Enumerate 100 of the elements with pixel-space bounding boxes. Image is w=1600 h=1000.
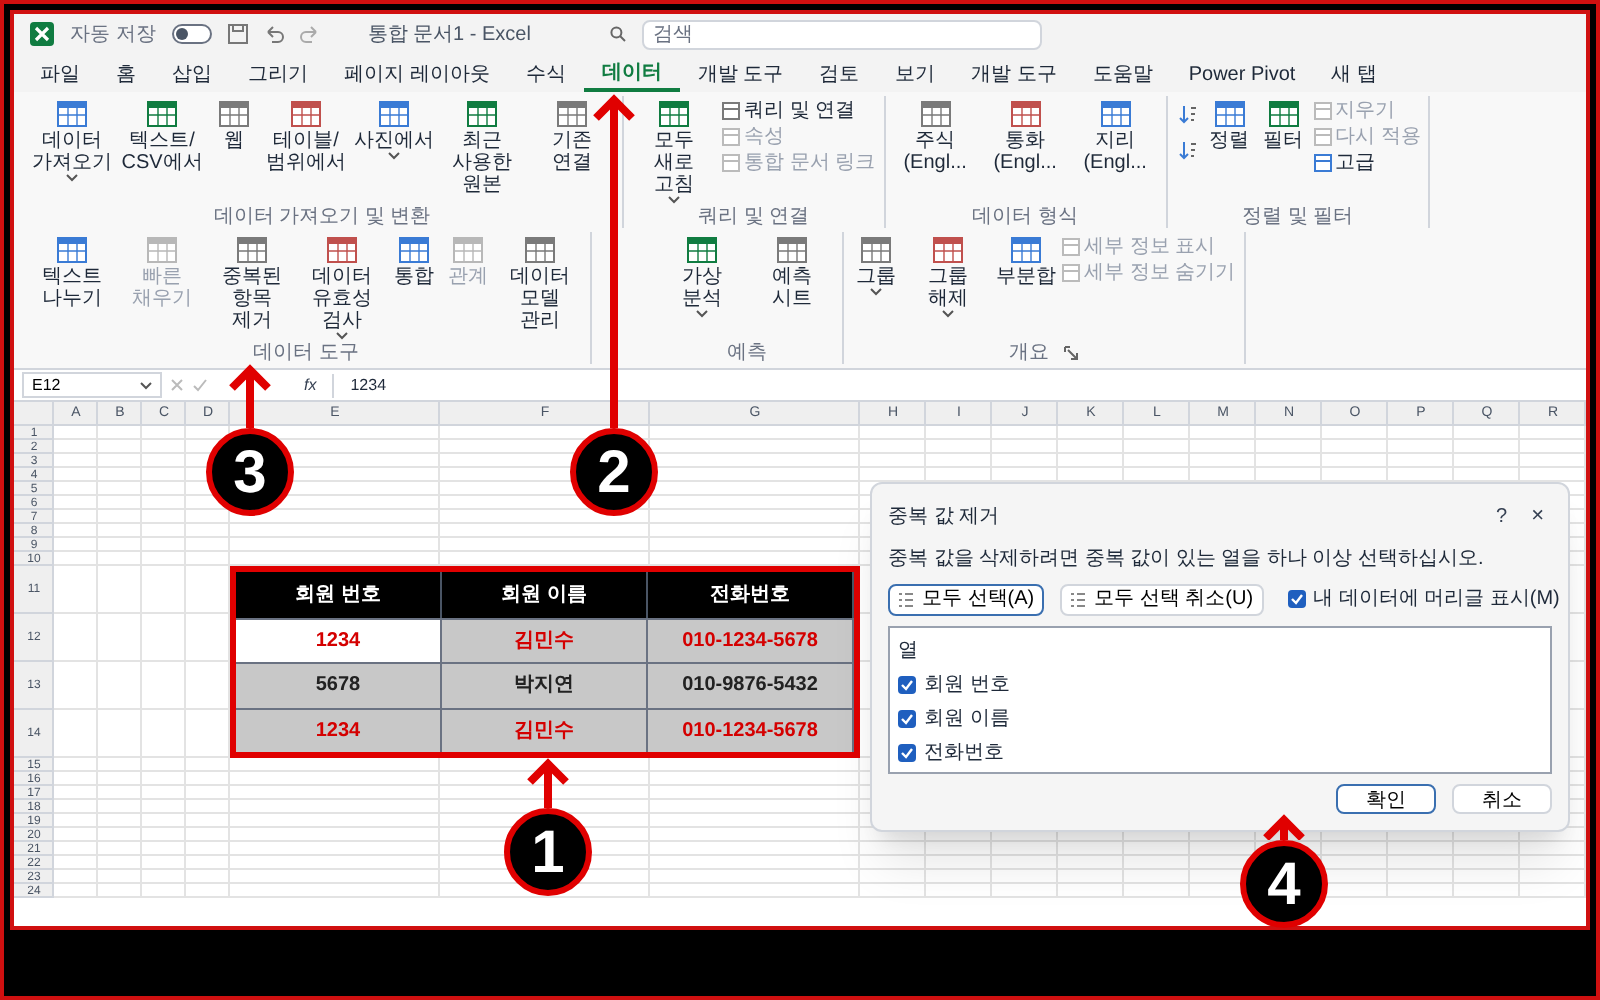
pointer-arrow xyxy=(226,364,274,428)
sheet-icon xyxy=(658,98,690,130)
sheet-icon xyxy=(932,234,964,266)
sort-button[interactable] xyxy=(1173,100,1202,128)
sheet-icon xyxy=(686,234,718,266)
ribbon-button[interactable]: 정렬 xyxy=(1203,96,1256,152)
save-icon[interactable] xyxy=(227,24,248,44)
sheet-icon xyxy=(1099,98,1132,130)
sheet-icon xyxy=(722,153,740,171)
sheet-icon xyxy=(146,98,178,130)
ribbon-tab[interactable]: 홈 xyxy=(98,58,154,92)
sheet-icon xyxy=(1313,127,1332,145)
sheet-icon xyxy=(1062,237,1080,255)
ribbon-tab[interactable]: 수식 xyxy=(507,58,584,92)
ribbon-tab[interactable]: 파일 xyxy=(22,58,98,92)
list-header: 열 xyxy=(898,637,920,665)
sheet-icon xyxy=(1213,98,1246,130)
sheet-icon xyxy=(1062,263,1080,281)
sort-icon xyxy=(1177,140,1198,160)
sheet-icon xyxy=(776,234,808,266)
ribbon-tab[interactable]: 새 탭 xyxy=(1313,58,1395,92)
dialog-launcher-icon[interactable] xyxy=(1064,345,1079,359)
sheet-icon xyxy=(1267,98,1300,130)
dialog-button[interactable]: 모두 선택 취소(U) xyxy=(1060,583,1264,615)
checkbox-label: 회원 번호 xyxy=(924,671,1010,699)
ribbon-button[interactable]: 부분합 xyxy=(994,232,1058,288)
cancel-button[interactable]: 취소 xyxy=(1452,783,1552,813)
ribbon-button[interactable]: 지리 (Engl... xyxy=(1071,96,1160,174)
undo-icon[interactable] xyxy=(263,24,284,44)
help-button[interactable]: ? xyxy=(1480,501,1524,532)
caret-icon xyxy=(388,152,400,160)
table-cell[interactable]: 5678 xyxy=(236,662,442,707)
dialog-button[interactable]: 모두 선택(A) xyxy=(888,583,1045,615)
ribbon-button[interactable]: 텍스트 나누기 xyxy=(28,232,116,310)
ribbon-button[interactable]: 통합 xyxy=(388,232,440,288)
table-cell[interactable]: 1234 xyxy=(236,617,442,662)
spreadsheet-app-icon xyxy=(30,22,54,46)
ribbon-tab[interactable]: 삽입 xyxy=(154,58,230,92)
ribbon-button[interactable]: 기존 연결 xyxy=(528,96,616,174)
checkbox-label: 내 데이터에 머리글 표시(M) xyxy=(1313,586,1560,614)
ribbon-button[interactable]: 고급 xyxy=(1311,150,1423,174)
sheet-icon xyxy=(466,98,498,130)
ok-button[interactable]: 확인 xyxy=(1336,783,1436,813)
ribbon-tab[interactable]: 검토 xyxy=(801,58,878,92)
dialog-title: 중복 값 제거 xyxy=(888,503,1002,532)
checkbox[interactable] xyxy=(898,709,916,727)
ribbon-button[interactable]: 가상 분석 xyxy=(658,232,746,318)
ribbon-tab[interactable]: 페이지 레이아웃 xyxy=(326,58,508,92)
ribbon-button[interactable]: 사진에서 xyxy=(352,96,436,160)
ribbon-button[interactable]: 예측 시트 xyxy=(748,232,836,310)
sheet-icon xyxy=(452,234,484,266)
sheet-icon xyxy=(722,101,740,119)
ribbon-button[interactable]: 모두 새로 고침 xyxy=(630,96,718,204)
checkbox[interactable] xyxy=(898,743,916,761)
caret-icon xyxy=(870,288,882,296)
checkbox[interactable] xyxy=(1287,590,1306,608)
ribbon-tab[interactable]: 그리기 xyxy=(230,58,326,92)
ribbon-button[interactable]: 필터 xyxy=(1257,96,1310,152)
checkbox[interactable] xyxy=(898,675,916,693)
search-field[interactable]: 검색 xyxy=(642,19,1043,49)
ribbon-tab[interactable]: 개발 도구 xyxy=(679,58,802,92)
close-button[interactable]: × xyxy=(1523,500,1552,533)
insert-function-button[interactable]: fx xyxy=(296,373,325,397)
sheet-icon xyxy=(1313,153,1332,171)
table-cell[interactable]: 010-9876-5432 xyxy=(648,662,854,707)
ribbon-button[interactable]: 통화 (Engl... xyxy=(981,96,1070,174)
ribbon-button[interactable]: 중복된 항목 제거 xyxy=(208,232,296,332)
ribbon-button[interactable]: 데이터 유효성 검사 xyxy=(298,232,386,340)
sheet-icon xyxy=(524,234,556,266)
ribbon-button[interactable]: 테이블/ 범위에서 xyxy=(262,96,350,174)
sheet-icon xyxy=(236,234,268,266)
instruction-text: 중복 값을 삭제하려면 중복 값이 있는 열을 하나 이상 선택하십시오. xyxy=(888,545,1486,573)
caret-icon xyxy=(66,174,78,182)
ribbon-tab[interactable]: Power Pivot xyxy=(1170,58,1314,92)
ribbon-button[interactable]: 데이터 가져오기 xyxy=(28,96,116,182)
window-title: 통합 문서1 - Excel xyxy=(367,21,531,49)
sheet-icon xyxy=(398,234,430,266)
ribbon-button[interactable]: 그룹 해제 xyxy=(904,232,992,318)
ribbon-button[interactable]: 그룹 xyxy=(850,232,902,296)
group-label: 예측 xyxy=(727,341,767,363)
autosave-label: 자동 저장 xyxy=(70,21,156,49)
autosave-toggle[interactable] xyxy=(171,24,212,44)
sort-button[interactable] xyxy=(1173,136,1202,164)
list-icon xyxy=(898,591,914,607)
name-box[interactable]: E12 xyxy=(22,372,162,398)
ribbon-button[interactable]: 데이터 모델 관리 xyxy=(496,232,584,332)
table-cell[interactable]: 박지연 xyxy=(442,662,648,707)
ribbon-button[interactable]: 웹 xyxy=(208,96,260,152)
ribbon-button[interactable]: 최근 사용한 원본 xyxy=(438,96,526,196)
ribbon-button[interactable]: 주식 (Engl... xyxy=(891,96,980,174)
ribbon-tab[interactable]: 보기 xyxy=(877,58,954,92)
ribbon-tab[interactable]: 도움말 xyxy=(1074,58,1171,92)
list-icon xyxy=(1070,591,1087,607)
ribbon-button[interactable]: 쿼리 및 연결 xyxy=(720,98,878,122)
ribbon-button[interactable]: 텍스트/ CSV에서 xyxy=(118,96,206,174)
sheet-icon xyxy=(919,98,952,130)
formula-value: 1234 xyxy=(350,373,387,397)
ribbon-tab[interactable]: 개발 도구 xyxy=(953,58,1075,92)
sort-icon xyxy=(1177,104,1198,124)
group-label: 데이터 가져오기 및 변환 xyxy=(213,205,431,227)
